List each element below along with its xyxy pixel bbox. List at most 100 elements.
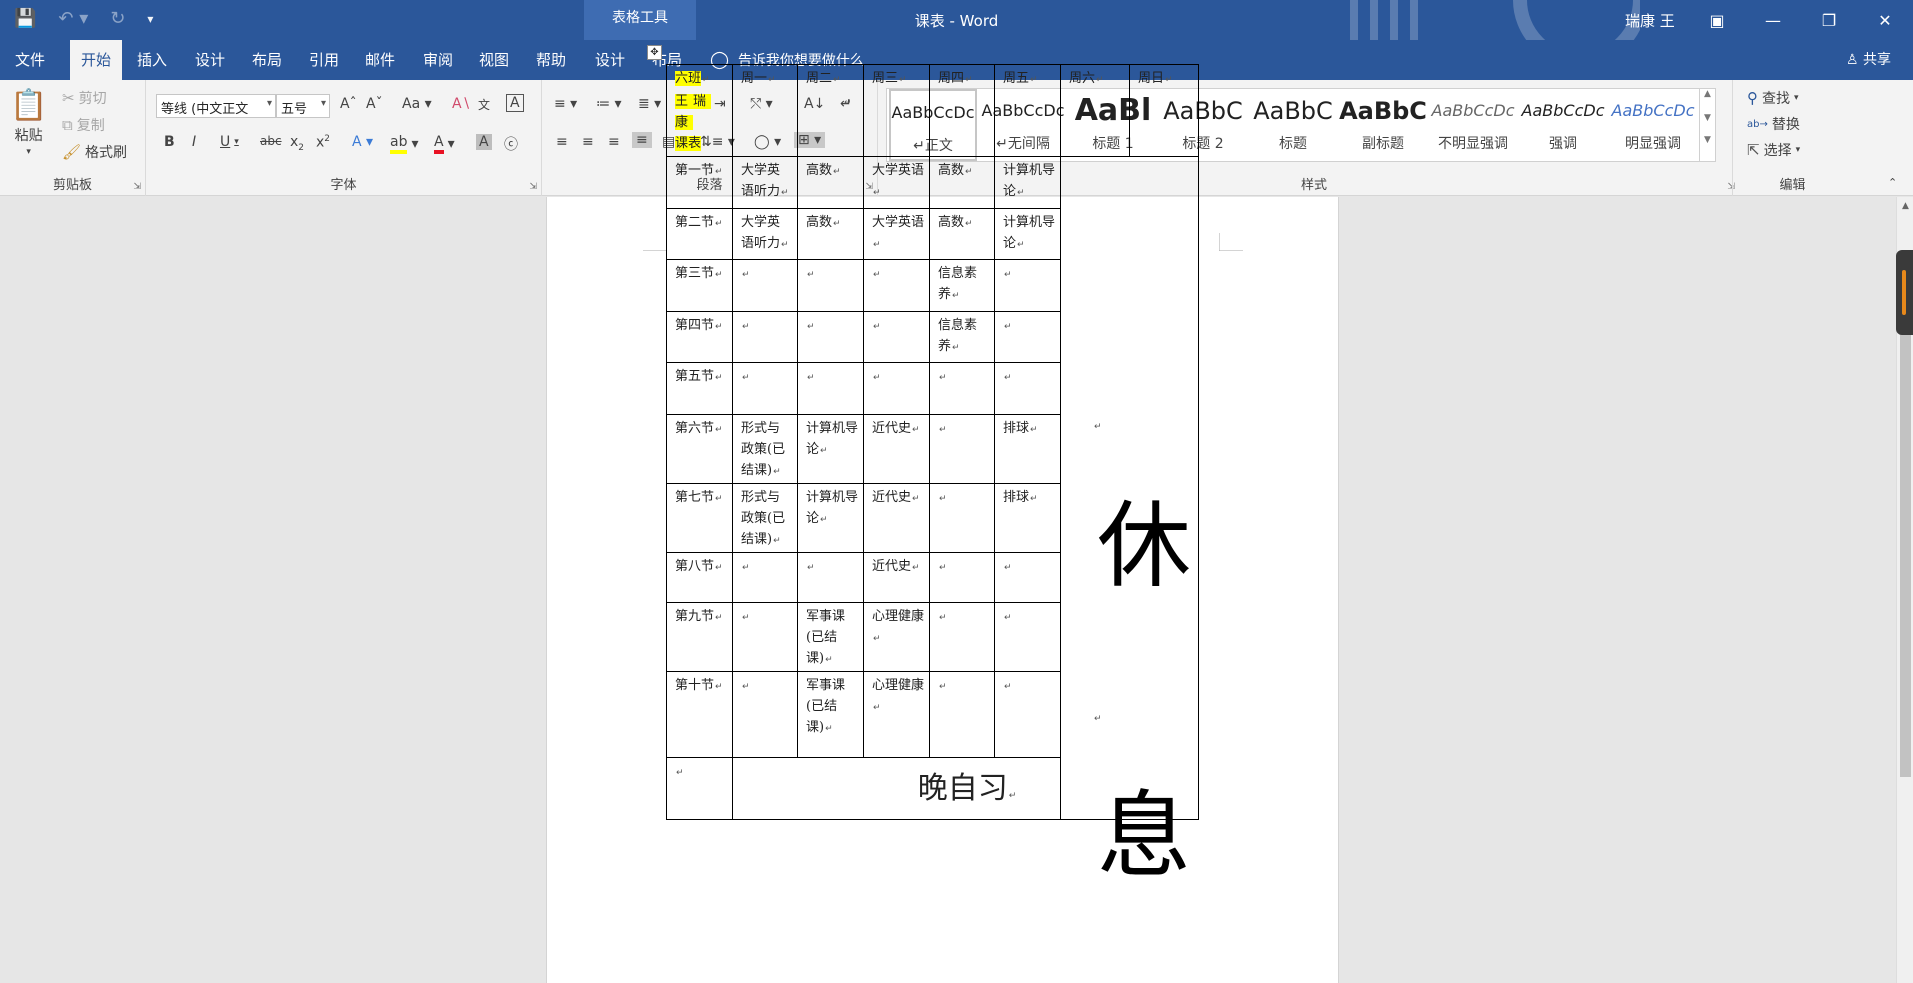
course-cell[interactable]: ↵ [929, 671, 995, 758]
save-icon[interactable]: 💾 [14, 8, 36, 29]
bullets-button[interactable]: ≡ ▾ [554, 96, 577, 112]
user-name[interactable]: 瑞康 王 [1625, 10, 1675, 31]
day-header[interactable]: 周一↵ [732, 64, 798, 157]
course-cell[interactable]: 心理健康↵ [863, 602, 930, 672]
style-title[interactable]: AaBbC 标题 [1249, 89, 1337, 161]
align-center-button[interactable]: ≡ [582, 134, 594, 150]
period-cell[interactable]: 第六节↵ [666, 414, 733, 484]
style-subtle-emphasis[interactable]: AaBbCcDc 不明显强调 [1429, 89, 1517, 161]
course-cell[interactable]: ↵ [797, 362, 864, 415]
styles-scroll[interactable]: ▲ ▼ ▼ [1699, 89, 1715, 161]
italic-button[interactable]: I [192, 134, 196, 150]
course-cell[interactable]: ↵ [797, 552, 864, 603]
course-cell[interactable]: ↵ [994, 311, 1061, 363]
dialog-launcher-icon[interactable]: ⇲ [529, 182, 537, 192]
course-cell[interactable]: ↵ [732, 259, 798, 312]
day-header[interactable]: 周三↵ [863, 64, 930, 157]
text-effects-button[interactable]: A ▾ [352, 134, 373, 150]
course-cell[interactable]: 心理健康↵ [863, 671, 930, 758]
font-name-select[interactable]: 等线 (中文正文 ▾ [156, 94, 276, 118]
strikethrough-button[interactable]: abc [260, 134, 282, 148]
tab-review[interactable]: 审阅 [418, 40, 458, 80]
course-cell[interactable]: ↵ [732, 602, 798, 672]
character-border-button[interactable]: A [506, 94, 524, 112]
period-cell[interactable]: 第三节↵ [666, 259, 733, 312]
minimize-icon[interactable]: — [1745, 0, 1801, 40]
character-shading-button[interactable]: A [476, 134, 492, 150]
course-cell[interactable]: ↵ [929, 602, 995, 672]
course-cell[interactable]: ↵ [994, 671, 1061, 758]
tab-insert[interactable]: 插入 [132, 40, 172, 80]
customize-icon[interactable]: ▾ [147, 12, 153, 26]
justify-button[interactable]: ≡ [632, 132, 652, 148]
course-cell[interactable]: 近代史↵ [863, 483, 930, 553]
course-cell[interactable]: 计算机导论↵ [994, 156, 1061, 209]
course-cell[interactable]: 排球↵ [994, 483, 1061, 553]
course-cell[interactable]: ↵ [994, 602, 1061, 672]
period-cell[interactable]: 第一节↵ [666, 156, 733, 209]
align-left-button[interactable]: ≡ [556, 134, 568, 150]
dialog-launcher-icon[interactable]: ⇲ [133, 182, 141, 192]
course-cell[interactable]: ↵ [929, 362, 995, 415]
period-cell[interactable]: 第七节↵ [666, 483, 733, 553]
highlight-button[interactable]: ab ▾ [390, 134, 419, 154]
course-cell[interactable]: 军事课(已结课)↵ [797, 602, 864, 672]
phonetic-guide-button[interactable]: 文 [478, 96, 490, 113]
course-cell[interactable]: ↵ [929, 414, 995, 484]
course-cell[interactable]: ↵ [863, 259, 930, 312]
day-header[interactable]: 周五↵ [994, 64, 1061, 157]
course-cell[interactable]: 高数↵ [797, 156, 864, 209]
course-cell[interactable]: ↵ [929, 552, 995, 603]
course-cell[interactable]: ↵ [797, 259, 864, 312]
course-cell[interactable]: 大学英语听力↵ [732, 156, 798, 209]
course-cell[interactable]: 计算机导论↵ [994, 208, 1061, 260]
underline-button[interactable]: U ▾ [220, 134, 239, 150]
weekend-rest-cell[interactable] [1060, 156, 1199, 820]
course-cell[interactable]: 大学英语听力↵ [732, 208, 798, 260]
course-cell[interactable]: ↵ [994, 552, 1061, 603]
day-header[interactable]: 周四↵ [929, 64, 995, 157]
close-icon[interactable]: ✕ [1857, 0, 1913, 40]
clear-formatting-button[interactable]: A∖ [452, 96, 471, 112]
multilevel-list-button[interactable]: ≣ ▾ [638, 96, 661, 112]
font-size-select[interactable]: 五号 ▾ [276, 94, 330, 118]
course-cell[interactable]: 计算机导论↵ [797, 414, 864, 484]
period-cell[interactable]: 第二节↵ [666, 208, 733, 260]
tab-layout[interactable]: 布局 [247, 40, 287, 80]
course-cell[interactable]: 高数↵ [929, 156, 995, 209]
period-cell[interactable]: 第十节↵ [666, 671, 733, 758]
bold-button[interactable]: B [164, 134, 175, 150]
course-cell[interactable]: 军事课(已结课)↵ [797, 671, 864, 758]
scrollbar-thumb[interactable] [1900, 257, 1911, 777]
day-header[interactable]: 周二↵ ↵ [797, 64, 864, 157]
period-cell[interactable]: 第八节↵ [666, 552, 733, 603]
cut-button[interactable]: ✂ 剪切 [62, 88, 107, 108]
grow-font-button[interactable]: Aˆ [340, 96, 357, 112]
undo-icon[interactable]: ↶ ▾ [58, 8, 88, 29]
ribbon-options-icon[interactable]: ▣ [1689, 0, 1745, 40]
chevron-down-icon[interactable]: ▼ [1700, 113, 1715, 123]
shrink-font-button[interactable]: Aˇ [366, 96, 383, 112]
course-cell[interactable]: 形式与政策(已结课)↵ [732, 414, 798, 484]
change-case-button[interactable]: Aa ▾ [402, 96, 432, 112]
find-button[interactable]: ⚲ 查找 ▾ [1747, 88, 1799, 108]
course-cell[interactable]: 大学英语↵ [863, 208, 930, 260]
tab-references[interactable]: 引用 [304, 40, 344, 80]
course-cell[interactable]: ↵ [732, 671, 798, 758]
tab-file[interactable]: 文件 [10, 40, 50, 80]
tab-home[interactable]: 开始 [70, 40, 122, 80]
course-cell[interactable]: ↵ [863, 311, 930, 363]
paste-button[interactable]: 📋 粘贴 ▾ [10, 88, 47, 157]
superscript-button[interactable]: x2 [316, 134, 330, 151]
more-icon[interactable]: ▼ [1700, 135, 1715, 145]
course-cell[interactable]: ↵ [732, 362, 798, 415]
enclose-characters-button[interactable]: ⓒ [504, 134, 518, 154]
scroll-up-icon[interactable]: ▲ [1897, 201, 1913, 211]
course-cell[interactable]: 大学英语↵ [863, 156, 930, 209]
style-emphasis[interactable]: AaBbCcDc 强调 [1519, 89, 1607, 161]
table-move-handle-icon[interactable]: ✥ [647, 45, 662, 60]
course-cell[interactable]: 形式与政策(已结课)↵ [732, 483, 798, 553]
course-cell[interactable]: 近代史↵ [863, 414, 930, 484]
copy-button[interactable]: ⧉ 复制 [62, 115, 105, 135]
chevron-up-icon[interactable]: ▲ [1700, 89, 1715, 99]
